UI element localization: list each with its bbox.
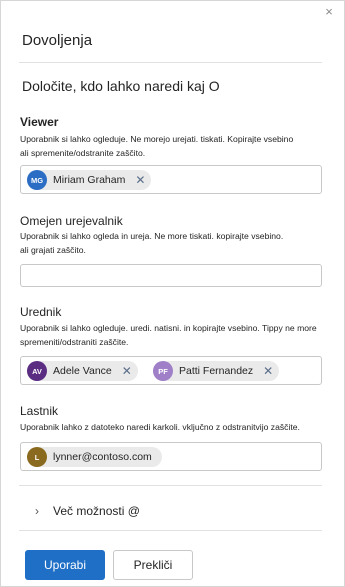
owner-people-field[interactable]: L lynner@contoso.com: [20, 442, 322, 471]
chevron-right-icon: ›: [35, 504, 39, 518]
close-icon[interactable]: ×: [322, 5, 336, 19]
person-name: Patti Fernandez: [179, 365, 254, 377]
restricted-editor-people-field[interactable]: [20, 264, 322, 287]
owner-description: Uporabnik lahko z datoteko naredi karkol…: [20, 422, 300, 432]
avatar: MG: [27, 170, 47, 190]
permissions-dialog: × Dovoljenja Določite, kdo lahko naredi …: [0, 0, 345, 587]
viewer-people-field[interactable]: MG Miriam Graham ✕: [20, 165, 322, 194]
person-chip: MG Miriam Graham ✕: [27, 170, 152, 190]
remove-icon[interactable]: ✕: [263, 364, 273, 378]
restricted-editor-description: Uporabnik si lahko ogleda in ureja. Ne m…: [20, 231, 284, 255]
intro-text: Določite, kdo lahko naredi kaj O: [22, 78, 220, 94]
owner-title: Lastnik: [20, 404, 59, 418]
cancel-button[interactable]: Prekliči: [113, 550, 193, 580]
more-options-toggle[interactable]: › Več možnosti @: [35, 504, 140, 518]
person-chip: L lynner@contoso.com: [27, 447, 162, 467]
person-chip: AV Adele Vance ✕: [27, 361, 138, 381]
dialog-title: Dovoljenja: [22, 32, 93, 49]
restricted-editor-title: Omejen urejevalnik: [20, 214, 123, 228]
editor-title: Urednik: [20, 305, 62, 319]
avatar: L: [27, 447, 47, 467]
remove-icon[interactable]: ✕: [135, 173, 145, 187]
person-name: Adele Vance: [53, 365, 112, 377]
editor-description: Uporabnik si lahko ogleduje. uredi. nati…: [20, 323, 317, 347]
more-options-label: Več možnosti @: [53, 504, 140, 518]
viewer-description: Uporabnik si lahko ogleduje. Ne morejo u…: [20, 134, 294, 158]
person-name: Miriam Graham: [53, 174, 126, 186]
person-name: lynner@contoso.com: [53, 451, 152, 463]
divider: [19, 530, 322, 531]
person-chip: PF Patti Fernandez ✕: [153, 361, 280, 381]
divider: [19, 62, 322, 63]
apply-button[interactable]: Uporabi: [25, 550, 105, 580]
avatar: PF: [153, 361, 173, 381]
avatar: AV: [27, 361, 47, 381]
viewer-title: Viewer: [20, 115, 59, 129]
remove-icon[interactable]: ✕: [122, 364, 132, 378]
divider: [19, 485, 322, 486]
editor-people-field[interactable]: AV Adele Vance ✕ PF Patti Fernandez ✕: [20, 356, 322, 385]
